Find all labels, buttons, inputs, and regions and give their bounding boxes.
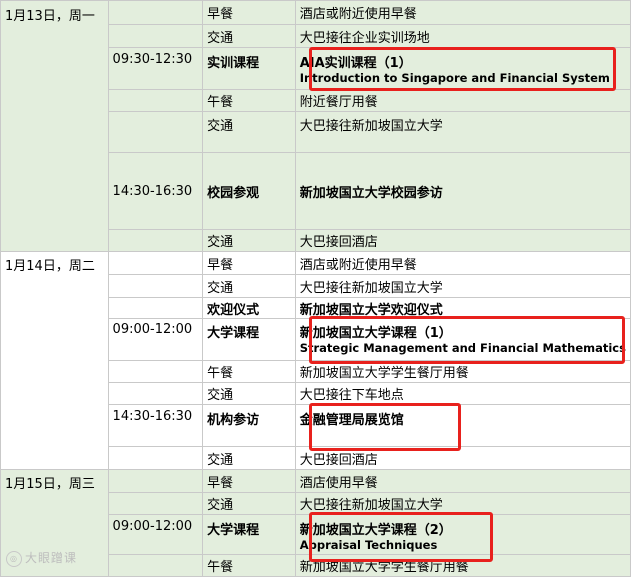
detail-cell: 新加坡国立大学学生餐厅用餐 — [294, 360, 631, 383]
activity-cell: 午餐 — [202, 89, 296, 112]
activity-cell: 交通 — [202, 446, 296, 470]
detail-cell: 酒店或附近使用早餐 — [294, 251, 631, 275]
activity-cell: 欢迎仪式 — [202, 297, 296, 319]
detail-cell: 新加坡国立大学学生餐厅用餐 — [294, 554, 631, 577]
spreadsheet: { "days": [ { "date": "1月13日，周一", "rows"… — [0, 0, 631, 577]
schedule-table: 1月13日，周一 早餐 酒店或附近使用早餐 交通 大巴接往企业实训场地 09:3… — [0, 0, 631, 577]
detail-cell: 大巴接往新加坡国立大学 — [294, 492, 631, 515]
time-cell — [107, 360, 204, 383]
activity-cell: 午餐 — [202, 554, 296, 577]
course-subtitle: Appraisal Techniques — [299, 538, 438, 552]
activity-cell: 早餐 — [202, 0, 296, 25]
time-cell — [107, 492, 204, 515]
detail-cell: 大巴接往企业实训场地 — [294, 24, 631, 48]
day-cell: 1月13日，周一 — [0, 0, 109, 252]
activity-cell: 大学课程 — [202, 514, 296, 555]
detail-cell: 酒店使用早餐 — [294, 469, 631, 493]
detail-cell: 大巴接往新加坡国立大学 — [294, 111, 631, 153]
activity-cell: 实训课程 — [202, 47, 296, 90]
time-cell — [107, 24, 204, 48]
activity-cell: 交通 — [202, 229, 296, 252]
watermark-logo-icon: ◎ — [6, 550, 22, 567]
activity-cell: 午餐 — [202, 360, 296, 383]
time-cell — [107, 382, 204, 405]
watermark: ◎ 大眼蹭课 — [6, 549, 77, 567]
course-subtitle: Strategic Management and Financial Mathe… — [299, 341, 626, 355]
day-cell: 1月14日，周二 — [0, 251, 109, 470]
detail-cell: 大巴接往新加坡国立大学 — [294, 274, 631, 298]
time-cell: 14:30-16:30 — [107, 152, 204, 230]
activity-cell: 早餐 — [202, 251, 296, 275]
course-title: 新加坡国立大学课程（1） — [299, 326, 452, 341]
detail-cell: 大巴接回酒店 — [294, 446, 631, 470]
time-cell: 09:30-12:30 — [107, 47, 204, 90]
detail-cell: 新加坡国立大学课程（1） Strategic Management and Fi… — [294, 318, 631, 361]
activity-cell: 交通 — [202, 274, 296, 298]
detail-cell: 附近餐厅用餐 — [294, 89, 631, 112]
time-cell — [107, 229, 204, 252]
detail-cell: 大巴接往下车地点 — [294, 382, 631, 405]
activity-cell: 交通 — [202, 24, 296, 48]
activity-cell: 交通 — [202, 111, 296, 153]
watermark-text: 大眼蹭课 — [25, 551, 78, 565]
time-cell: 09:00-12:00 — [107, 318, 204, 361]
time-cell — [107, 469, 204, 493]
activity-cell: 机构参访 — [202, 404, 296, 447]
activity-cell: 大学课程 — [202, 318, 296, 361]
course-subtitle: Introduction to Singapore and Financial … — [299, 71, 610, 85]
time-cell — [107, 89, 204, 112]
activity-cell: 交通 — [202, 492, 296, 515]
detail-cell: 新加坡国立大学欢迎仪式 — [294, 297, 631, 319]
time-cell — [107, 251, 204, 275]
time-cell — [107, 274, 204, 298]
course-title: 新加坡国立大学课程（2） — [299, 523, 452, 538]
activity-cell: 交通 — [202, 382, 296, 405]
time-cell — [107, 554, 204, 577]
activity-cell: 早餐 — [202, 469, 296, 493]
detail-cell: 新加坡国立大学校园参访 — [294, 152, 631, 230]
detail-cell: AIA实训课程（1） Introduction to Singapore and… — [294, 47, 631, 90]
detail-cell: 大巴接回酒店 — [294, 229, 631, 252]
course-title: AIA实训课程（1） — [299, 56, 412, 71]
time-cell: 09:00-12:00 — [107, 514, 204, 555]
time-cell — [107, 0, 204, 25]
detail-cell: 酒店或附近使用早餐 — [294, 0, 631, 25]
detail-cell: 新加坡国立大学课程（2） Appraisal Techniques — [294, 514, 631, 555]
time-cell: 14:30-16:30 — [107, 404, 204, 447]
time-cell — [107, 111, 204, 153]
time-cell — [107, 297, 204, 319]
detail-cell: 金融管理局展览馆 — [294, 404, 631, 447]
activity-cell: 校园参观 — [202, 152, 296, 230]
time-cell — [107, 446, 204, 470]
